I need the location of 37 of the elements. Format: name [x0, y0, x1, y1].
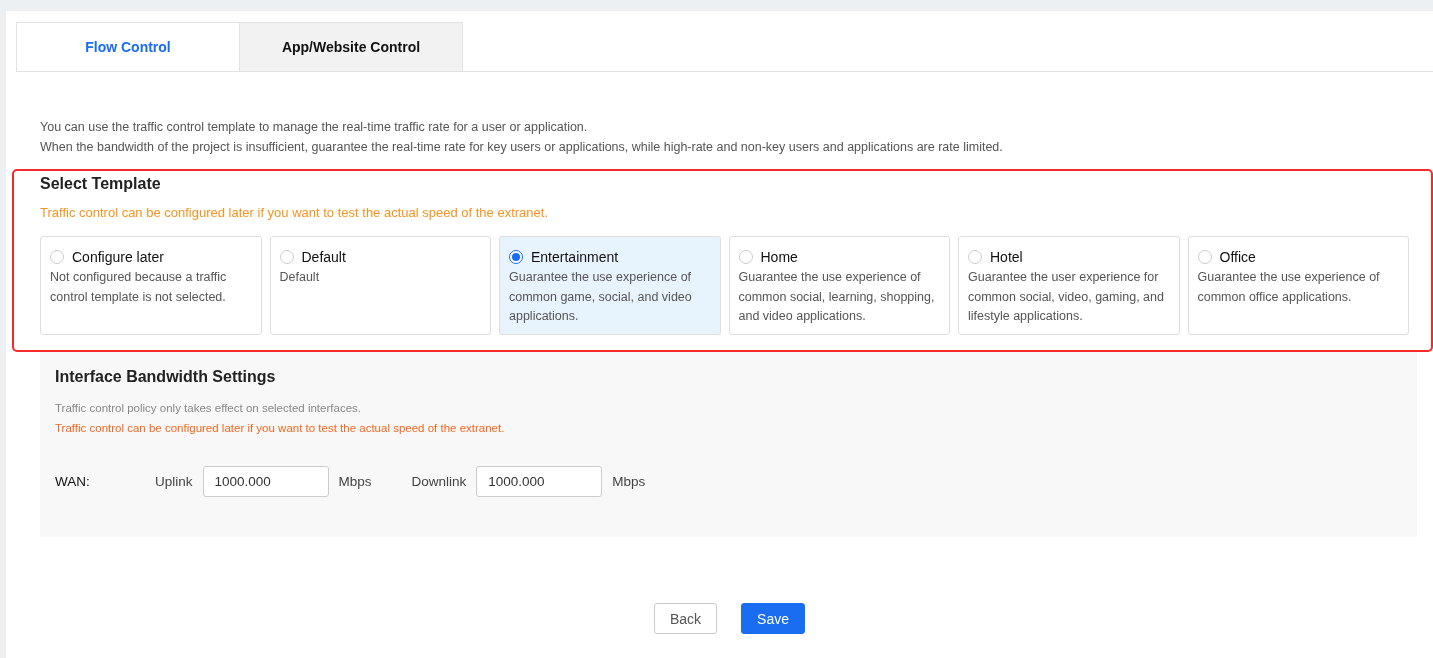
- template-card[interactable]: Office Guarantee the use experience of common office applications.: [1187, 236, 1409, 335]
- back-button[interactable]: Back: [653, 603, 718, 634]
- option-description: Not configured because a traffic control template is not selected.: [50, 269, 228, 306]
- tab[interactable]: App/Website Control: [239, 22, 463, 71]
- option-label: Office: [1219, 249, 1256, 265]
- option-label: Entertainment: [531, 249, 619, 265]
- save-button[interactable]: Save: [741, 603, 805, 634]
- hint-text: Traffic control policy only takes effect on selected interfaces.: [55, 401, 362, 416]
- template-card[interactable]: Hotel Guarantee the user experience for common social, video, gaming, and lifestyle applications.: [958, 236, 1180, 335]
- description-text: You can use the traffic control template to manage the real-time traffic rate for a user or application.: [40, 119, 589, 136]
- option-label: Configure later: [72, 249, 164, 265]
- option-description: Guarantee the use experience of common office applications.: [1197, 269, 1381, 306]
- warning-text: Traffic control can be configured later if you want to test the actual speed of the extranet.: [40, 204, 549, 222]
- template-card[interactable]: Configure later Not configured because a traffic control template is not selected.: [40, 236, 262, 335]
- option-description: Guarantee the use experience of common social, learning, shopping, and video applications.: [738, 269, 936, 325]
- section-title: Interface Bandwidth Settings: [55, 368, 277, 386]
- unit-label: Mbps: [612, 474, 646, 489]
- option-description: Guarantee the user experience for common social, video, gaming, and lifestyle applications.: [968, 269, 1165, 325]
- template-card[interactable]: Home Guarantee the use experience of common social, learning, shopping, and video applications.: [728, 236, 950, 335]
- radio-button[interactable]: [509, 250, 523, 264]
- option-label: Default: [301, 249, 346, 265]
- option-label: Home: [760, 249, 798, 265]
- unit-label: Mbps: [338, 474, 372, 489]
- warning-text: Traffic control can be configured later if you want to test the actual speed of the extranet.: [55, 421, 506, 436]
- field-label: Downlink: [411, 474, 467, 489]
- uplink-input[interactable]: 1000.000: [202, 466, 329, 497]
- section-title: Select Template: [40, 174, 162, 194]
- interface-label: WAN:: [55, 474, 91, 489]
- option-label: Hotel: [990, 249, 1023, 265]
- downlink-input[interactable]: 1000.000: [476, 466, 603, 497]
- option-description: Guarantee the use experience of common game, social, and video applications.: [509, 269, 693, 325]
- description-text: When the bandwidth of the project is insufficient, guarantee the real-time rate for key users or applications, while high-rate and non-key users and applications are rate limited.: [40, 139, 1004, 156]
- option-description: Default: [279, 269, 321, 286]
- field-label: Uplink: [155, 474, 193, 489]
- template-card[interactable]: Entertainment Guarantee the use experience of common game, social, and video applications.: [499, 236, 721, 335]
- template-card[interactable]: Default Default: [269, 236, 491, 335]
- tab[interactable]: Flow Control: [16, 22, 240, 71]
